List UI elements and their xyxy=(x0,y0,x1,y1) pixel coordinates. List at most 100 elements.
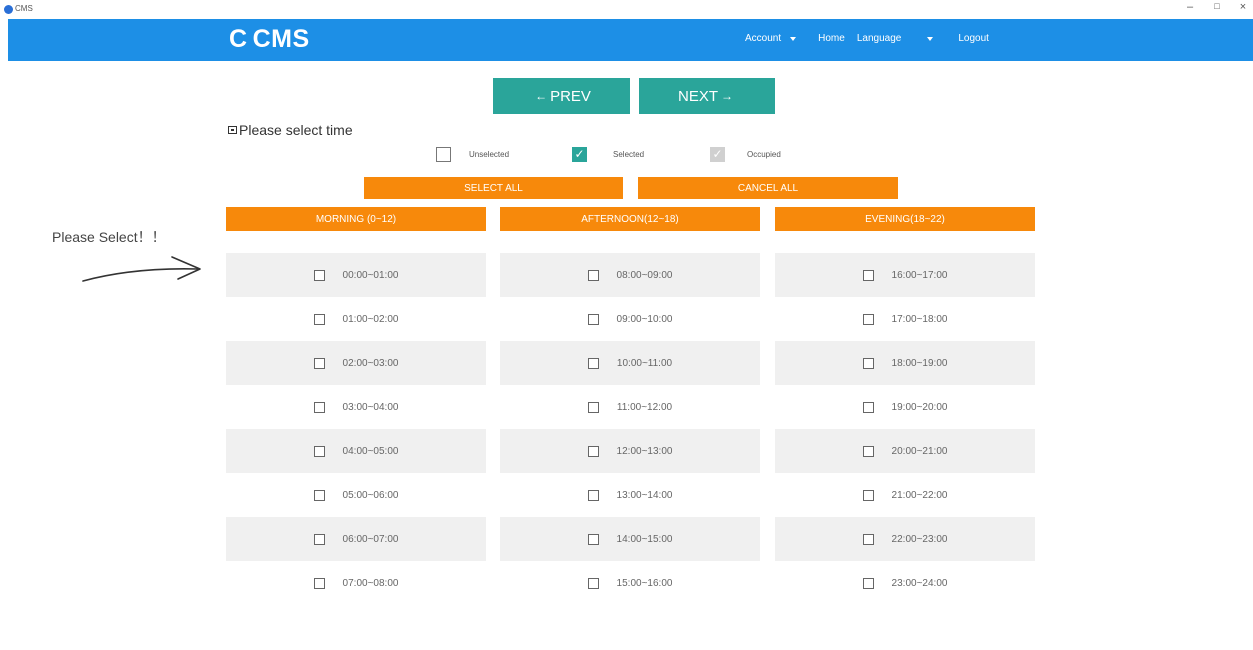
select-hint: Please Select！！ xyxy=(52,229,166,245)
time-slot[interactable]: 02:00~03:00 xyxy=(226,341,486,385)
time-slot[interactable]: 06:00~07:00 xyxy=(226,517,486,561)
slot-checkbox[interactable] xyxy=(313,401,325,413)
slot-label: 01:00~02:00 xyxy=(342,313,399,325)
legend-selected-label: Selected xyxy=(613,150,645,159)
time-slot[interactable]: 21:00~22:00 xyxy=(775,473,1035,517)
time-slot[interactable]: 05:00~06:00 xyxy=(226,473,486,517)
slot-label: 18:00~19:00 xyxy=(891,357,948,369)
slot-label: 02:00~03:00 xyxy=(342,357,399,369)
slot-checkbox[interactable] xyxy=(862,533,874,545)
time-slot[interactable]: 03:00~04:00 xyxy=(226,385,486,429)
slot-checkbox[interactable] xyxy=(862,313,874,325)
slot-label: 20:00~21:00 xyxy=(891,445,948,457)
time-slot[interactable]: 08:00~09:00 xyxy=(500,253,760,297)
slot-label: 11:00~12:00 xyxy=(616,401,673,413)
time-slot[interactable]: 00:00~01:00 xyxy=(226,253,486,297)
slot-label: 05:00~06:00 xyxy=(342,489,399,501)
column-header-evening: EVENING(18~22) xyxy=(775,207,1035,231)
slot-checkbox[interactable] xyxy=(313,577,325,589)
slot-checkbox[interactable] xyxy=(313,269,325,281)
time-slot[interactable]: 14:00~15:00 xyxy=(500,517,760,561)
slot-checkbox[interactable] xyxy=(587,269,599,281)
arrow-right-icon xyxy=(82,256,201,282)
slot-checkbox[interactable] xyxy=(313,445,325,457)
slot-label: 19:00~20:00 xyxy=(891,401,948,413)
nav-account[interactable]: Account xyxy=(745,33,797,44)
slot-checkbox[interactable] xyxy=(587,313,599,325)
chevron-down-icon xyxy=(927,36,934,41)
slot-checkbox[interactable] xyxy=(862,489,874,501)
logo[interactable]: C CMS xyxy=(229,25,310,54)
slot-label: 14:00~15:00 xyxy=(616,533,673,545)
nav-language[interactable]: Language xyxy=(857,33,934,44)
nav-home[interactable]: Home xyxy=(818,33,845,44)
slot-checkbox[interactable] xyxy=(313,533,325,545)
slot-label: 06:00~07:00 xyxy=(342,533,399,545)
checked-box-icon: ✓ xyxy=(572,147,587,162)
slot-label: 07:00~08:00 xyxy=(342,577,399,589)
time-slot[interactable]: 13:00~14:00 xyxy=(500,473,760,517)
slot-checkbox[interactable] xyxy=(862,577,874,589)
time-slot[interactable]: 17:00~18:00 xyxy=(775,297,1035,341)
nav-logout[interactable]: Logout xyxy=(958,33,989,44)
minimize-button[interactable]: – xyxy=(1180,1,1200,13)
slot-label: 15:00~16:00 xyxy=(616,577,673,589)
next-button[interactable]: NEXT → xyxy=(639,78,775,114)
slot-checkbox[interactable] xyxy=(587,445,599,457)
time-slot[interactable]: 10:00~11:00 xyxy=(500,341,760,385)
slot-label: 16:00~17:00 xyxy=(891,269,948,281)
slot-label: 00:00~01:00 xyxy=(342,269,399,281)
slot-label: 12:00~13:00 xyxy=(616,445,673,457)
slot-label: 17:00~18:00 xyxy=(891,313,948,325)
top-navbar: C CMS Account Home Language Logout xyxy=(8,19,1253,61)
slot-label: 09:00~10:00 xyxy=(616,313,673,325)
slot-checkbox[interactable] xyxy=(862,401,874,413)
slot-label: 04:00~05:00 xyxy=(342,445,399,457)
slot-checkbox[interactable] xyxy=(313,489,325,501)
time-slot[interactable]: 01:00~02:00 xyxy=(226,297,486,341)
slot-checkbox[interactable] xyxy=(862,269,874,281)
slot-label: 22:00~23:00 xyxy=(891,533,948,545)
time-slot[interactable]: 11:00~12:00 xyxy=(500,385,760,429)
slot-checkbox[interactable] xyxy=(587,401,599,413)
calendar-icon xyxy=(228,126,237,134)
time-slot[interactable]: 19:00~20:00 xyxy=(775,385,1035,429)
slot-checkbox[interactable] xyxy=(313,313,325,325)
arrow-left-icon: ← xyxy=(535,89,548,103)
prev-label: PREV xyxy=(550,87,591,105)
time-slot[interactable]: 23:00~24:00 xyxy=(775,561,1035,605)
time-slot[interactable]: 18:00~19:00 xyxy=(775,341,1035,385)
time-slot[interactable]: 04:00~05:00 xyxy=(226,429,486,473)
logo-letter: C xyxy=(229,25,248,53)
slot-checkbox[interactable] xyxy=(862,445,874,457)
slot-checkbox[interactable] xyxy=(587,357,599,369)
slot-checkbox[interactable] xyxy=(313,357,325,369)
nav-language-label: Language xyxy=(856,33,902,44)
time-slot[interactable]: 07:00~08:00 xyxy=(226,561,486,605)
prev-button[interactable]: ← PREV xyxy=(493,78,630,114)
time-slot[interactable]: 20:00~21:00 xyxy=(775,429,1035,473)
legend-occupied: ✓ Occupied xyxy=(710,147,781,162)
legend-selected: ✓ Selected xyxy=(572,147,644,162)
maximize-button[interactable]: □ xyxy=(1207,1,1227,11)
time-slot[interactable]: 16:00~17:00 xyxy=(775,253,1035,297)
slot-checkbox[interactable] xyxy=(587,533,599,545)
chevron-down-icon xyxy=(790,36,797,41)
select-all-button[interactable]: SELECT ALL xyxy=(364,177,623,199)
slot-checkbox[interactable] xyxy=(862,357,874,369)
occupied-box-icon: ✓ xyxy=(710,147,725,162)
slot-checkbox[interactable] xyxy=(587,577,599,589)
page-title: Please select time xyxy=(228,122,353,138)
slot-label: 23:00~24:00 xyxy=(891,577,948,589)
arrow-right-icon: → xyxy=(721,89,733,103)
time-slot[interactable]: 12:00~13:00 xyxy=(500,429,760,473)
slot-checkbox[interactable] xyxy=(587,489,599,501)
legend-unselected: Unselected xyxy=(436,147,509,162)
time-slot[interactable]: 15:00~16:00 xyxy=(500,561,760,605)
column-header-morning: MORNING (0~12) xyxy=(226,207,486,231)
close-button[interactable]: × xyxy=(1233,1,1253,13)
cancel-all-button[interactable]: CANCEL ALL xyxy=(638,177,898,199)
next-label: NEXT xyxy=(677,87,718,105)
time-slot[interactable]: 22:00~23:00 xyxy=(775,517,1035,561)
time-slot[interactable]: 09:00~10:00 xyxy=(500,297,760,341)
